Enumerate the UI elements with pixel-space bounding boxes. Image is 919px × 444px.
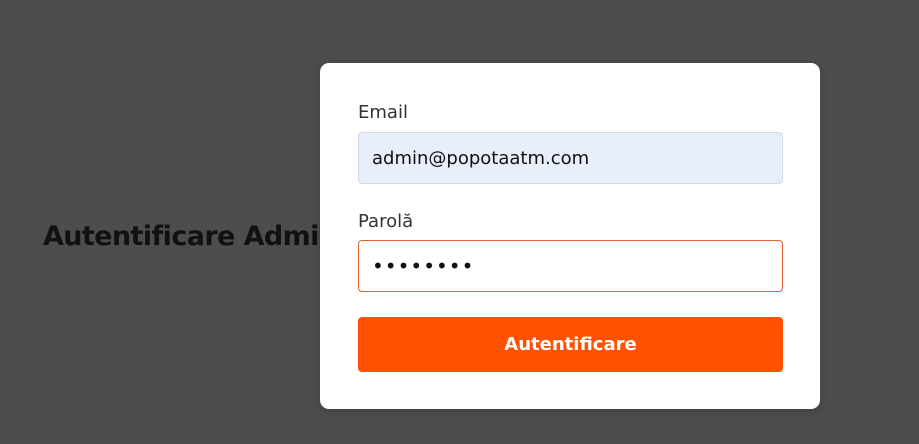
page-title: Autentificare Admin [43,221,338,252]
email-label: Email [358,102,408,123]
login-button[interactable]: Autentificare [358,317,783,372]
login-card: Email Parolă Autentificare [320,63,820,409]
password-field[interactable] [358,240,783,292]
password-label: Parolă [358,211,414,232]
email-field[interactable] [358,132,783,184]
login-page: Autentificare Admin Email Parolă Autenti… [0,0,919,444]
